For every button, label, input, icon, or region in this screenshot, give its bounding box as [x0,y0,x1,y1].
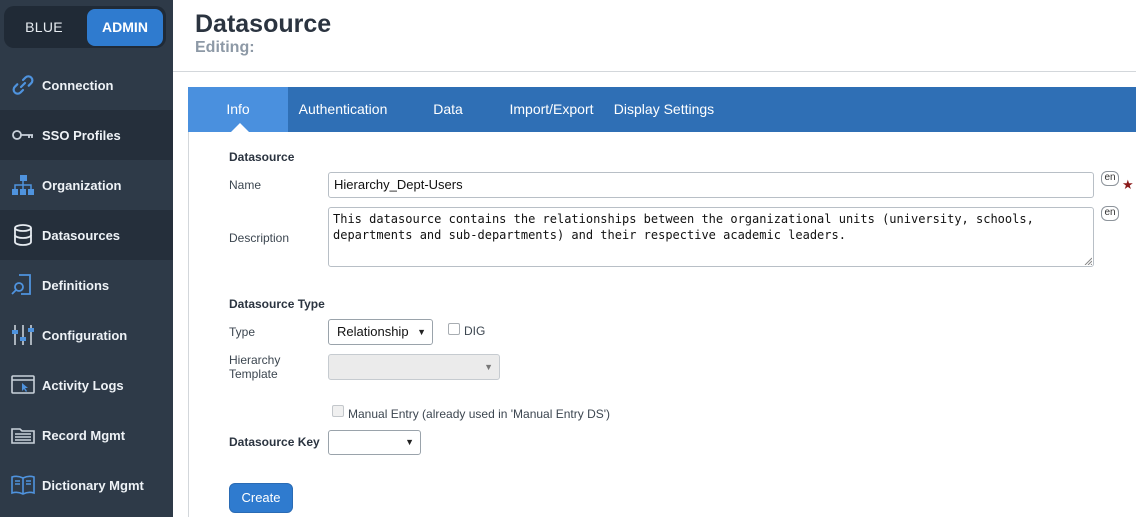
sidebar-item-label: Datasources [42,227,121,243]
sidebar-item-definitions[interactable]: Definitions [0,260,173,310]
panel-border [188,132,189,517]
hierarchy-template-label-line2: Template [229,367,278,381]
name-label: Name [229,178,262,192]
dig-checkbox[interactable] [448,323,460,335]
chevron-down-icon: ▼ [405,437,414,447]
search-document-icon [0,260,42,310]
sliders-icon [0,310,42,360]
sidebar-item-record-mgmt[interactable]: Record Mgmt [0,410,173,460]
admin-app-link[interactable]: ADMIN [87,9,163,46]
book-icon [0,460,42,510]
section-datasource-key: Datasource Key [229,435,320,449]
hierarchy-template-select[interactable]: ▼ [328,354,500,380]
chevron-down-icon: ▼ [417,327,426,337]
key-icon [0,110,42,160]
sidebar-item-datasources[interactable]: Datasources [0,210,173,260]
page-title: Datasource [195,10,332,38]
dig-label: DIG [464,324,486,338]
sidebar-nav: Connection SSO Profiles Organization Dat… [0,60,173,510]
sidebar-item-label: SSO Profiles [42,127,121,143]
datasource-key-select[interactable]: ▼ [328,430,421,455]
blue-app-link[interactable]: BLUE [4,6,84,48]
sidebar-item-activity-logs[interactable]: Activity Logs [0,360,173,410]
tab-import-export[interactable]: Import/Export [503,87,600,132]
type-label: Type [229,325,256,339]
org-chart-icon [0,160,42,210]
sidebar-item-label: Definitions [42,277,110,293]
sidebar-item-label: Connection [42,77,114,93]
tab-display-settings[interactable]: Display Settings [613,87,715,132]
app-switcher: BLUE ADMIN [4,6,166,48]
type-select-value: Relationship [337,324,409,339]
description-language-button[interactable]: en [1101,206,1119,221]
sidebar-item-configuration[interactable]: Configuration [0,310,173,360]
sidebar: BLUE ADMIN Connection SSO Profiles Organ… [0,0,173,517]
description-textarea[interactable]: This datasource contains the relationshi… [328,207,1094,267]
sidebar-item-label: Dictionary Mgmt [42,477,144,493]
page-subtitle: Editing: [195,39,255,56]
chevron-down-icon: ▼ [484,362,493,372]
folder-icon [0,410,42,460]
sidebar-item-label: Configuration [42,327,128,343]
sidebar-item-sso-profiles[interactable]: SSO Profiles [0,110,173,160]
database-icon [0,210,42,260]
tab-authentication[interactable]: Authentication [288,87,398,132]
sidebar-item-dictionary-mgmt[interactable]: Dictionary Mgmt [0,460,173,510]
required-star-icon: ★ [1122,177,1134,192]
description-text: This datasource contains the relationshi… [333,212,1034,242]
sidebar-item-organization[interactable]: Organization [0,160,173,210]
sidebar-item-connection[interactable]: Connection [0,60,173,110]
description-label: Description [229,231,290,245]
link-icon [0,60,42,110]
browser-cursor-icon [0,360,42,410]
header-divider [173,71,1136,72]
manual-entry-label: Manual Entry (already used in 'Manual En… [348,407,611,421]
name-input[interactable]: Hierarchy_Dept-Users [328,172,1094,198]
section-datasource-type: Datasource Type [229,297,325,311]
sidebar-item-label: Activity Logs [42,377,124,393]
name-language-button[interactable]: en [1101,171,1119,186]
active-tab-caret [231,123,249,132]
tab-data[interactable]: Data [418,87,478,132]
hierarchy-template-label-line1: Hierarchy [229,353,281,367]
section-datasource: Datasource [229,150,295,164]
sidebar-item-label: Organization [42,177,122,193]
type-select[interactable]: Relationship ▼ [328,319,433,345]
manual-entry-checkbox[interactable] [332,405,344,417]
resize-grip-icon[interactable] [1084,257,1092,265]
sidebar-item-label: Record Mgmt [42,427,126,443]
tab-bar: Info Authentication Data Import/Export D… [188,87,1136,132]
create-button[interactable]: Create [229,483,293,513]
